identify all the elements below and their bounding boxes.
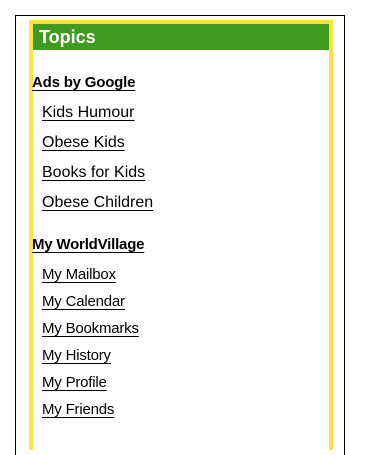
link-my-calendar[interactable]: My Calendar	[42, 293, 125, 310]
ads-section-title: Ads by Google	[32, 74, 136, 91]
link-my-friends[interactable]: My Friends	[42, 401, 114, 418]
ad-link-kids-humour[interactable]: Kids Humour	[42, 104, 134, 122]
link-my-mailbox[interactable]: My Mailbox	[42, 266, 116, 283]
ad-link-obese-kids[interactable]: Obese Kids	[42, 134, 125, 152]
link-my-history[interactable]: My History	[42, 347, 111, 364]
panel-header: Topics	[33, 24, 329, 50]
ad-link-books-for-kids[interactable]: Books for Kids	[42, 164, 145, 182]
ad-link-obese-children[interactable]: Obese Children	[42, 194, 153, 212]
worldvillage-section-title: My WorldVillage	[32, 236, 145, 253]
link-my-profile[interactable]: My Profile	[42, 374, 107, 391]
link-my-bookmarks[interactable]: My Bookmarks	[42, 320, 139, 337]
